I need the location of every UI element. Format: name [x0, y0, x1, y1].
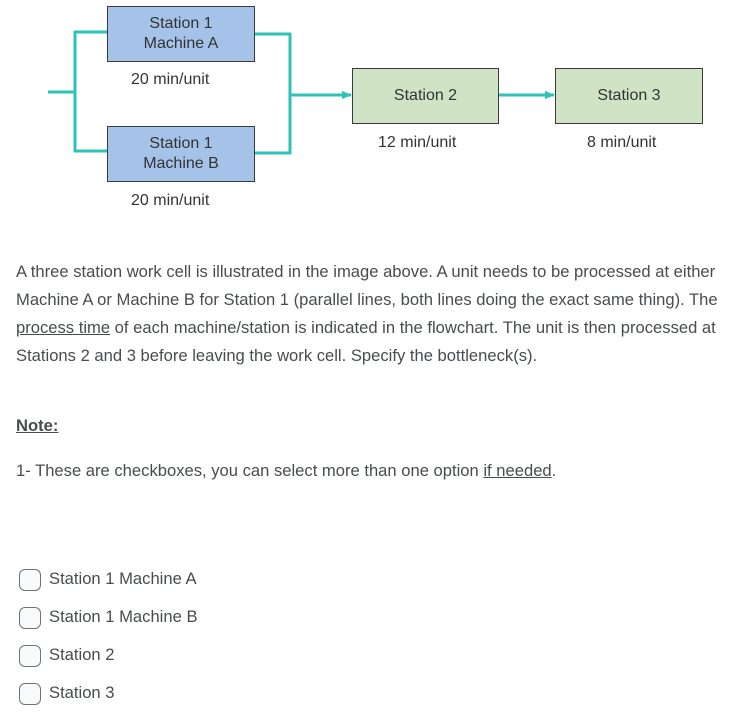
station-2-box: Station 2: [352, 68, 499, 124]
checkbox[interactable]: [19, 607, 41, 629]
station-1-machine-b-box: Station 1 Machine B: [107, 126, 255, 182]
station-3-label: Station 3: [597, 87, 661, 104]
option-label[interactable]: Station 1 Machine A: [49, 569, 197, 589]
process-time-term: process time: [16, 318, 111, 337]
station-2-label: Station 2: [393, 87, 458, 104]
machine-b-station-label: Station 1: [149, 135, 213, 152]
note-text-after: .: [551, 461, 557, 480]
option-label[interactable]: Station 3: [49, 683, 115, 703]
station-3-box: Station 3: [555, 68, 703, 124]
checkbox[interactable]: [19, 683, 41, 705]
machine-b-machine-label: Machine B: [143, 155, 219, 172]
note-text: 1- These are checkboxes, you can select …: [16, 461, 556, 481]
question-text: A three station work cell is illustrated…: [16, 258, 741, 370]
note-heading: Note:: [16, 416, 59, 435]
station-2-rate: 12 min/unit: [378, 134, 457, 151]
option-station-2[interactable]: Station 2: [19, 639, 198, 677]
machine-a-machine-label: Machine A: [143, 35, 219, 52]
option-station-3[interactable]: Station 3: [19, 677, 198, 715]
option-station-1-machine-b[interactable]: Station 1 Machine B: [19, 601, 198, 639]
option-label[interactable]: Station 2: [49, 645, 115, 665]
station-3-rate: 8 min/unit: [587, 134, 657, 151]
answer-options: Station 1 Machine A Station 1 Machine B …: [19, 563, 198, 715]
note-if-needed: if needed: [483, 461, 552, 480]
note-text-before: 1- These are checkboxes, you can select …: [16, 461, 484, 480]
option-station-1-machine-a[interactable]: Station 1 Machine A: [19, 563, 198, 601]
checkbox[interactable]: [19, 645, 41, 667]
machine-a-rate: 20 min/unit: [131, 71, 210, 88]
station-1-machine-a-box: Station 1 Machine A: [107, 6, 255, 62]
workcell-flowchart: Station 1 Machine A 20 min/unit Station …: [0, 0, 741, 230]
option-label[interactable]: Station 1 Machine B: [49, 607, 198, 627]
machine-b-rate: 20 min/unit: [131, 192, 210, 209]
question-part-1: A three station work cell is illustrated…: [16, 262, 718, 309]
checkbox[interactable]: [19, 569, 41, 591]
machine-a-station-label: Station 1: [149, 15, 213, 32]
question-part-2: of each machine/station is indicated in …: [16, 318, 716, 365]
